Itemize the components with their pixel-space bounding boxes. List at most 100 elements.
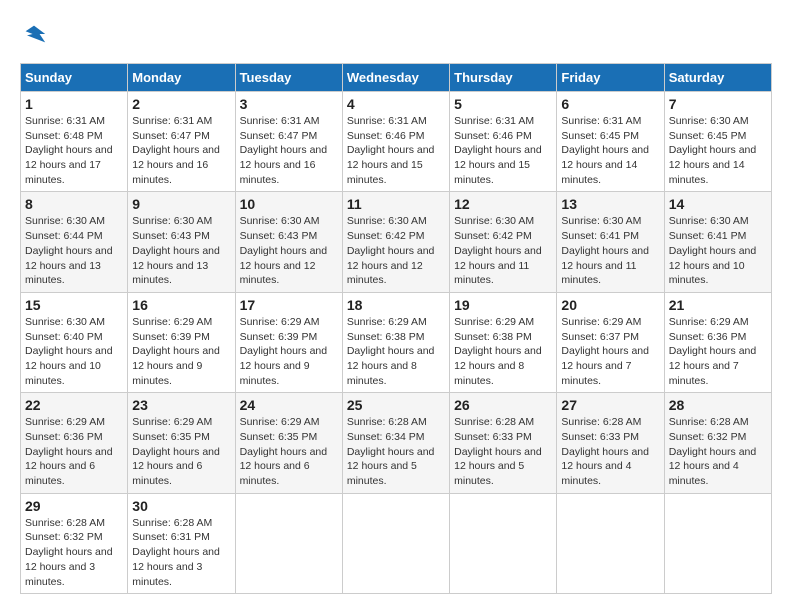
day-info: Sunrise: 6:29 AM Sunset: 6:35 PM Dayligh… [240,415,338,488]
day-info: Sunrise: 6:28 AM Sunset: 6:31 PM Dayligh… [132,516,230,589]
day-number: 11 [347,196,445,212]
table-row: 4 Sunrise: 6:31 AM Sunset: 6:46 PM Dayli… [342,92,449,192]
day-number: 9 [132,196,230,212]
calendar-week-4: 22 Sunrise: 6:29 AM Sunset: 6:36 PM Dayl… [21,393,772,493]
table-row: 2 Sunrise: 6:31 AM Sunset: 6:47 PM Dayli… [128,92,235,192]
day-number: 29 [25,498,123,514]
day-number: 27 [561,397,659,413]
day-number: 21 [669,297,767,313]
empty-cell [664,493,771,593]
table-row: 20 Sunrise: 6:29 AM Sunset: 6:37 PM Dayl… [557,292,664,392]
day-info: Sunrise: 6:28 AM Sunset: 6:33 PM Dayligh… [454,415,552,488]
day-number: 13 [561,196,659,212]
day-number: 25 [347,397,445,413]
table-row: 6 Sunrise: 6:31 AM Sunset: 6:45 PM Dayli… [557,92,664,192]
day-number: 6 [561,96,659,112]
table-row: 30 Sunrise: 6:28 AM Sunset: 6:31 PM Dayl… [128,493,235,593]
calendar-header-row: Sunday Monday Tuesday Wednesday Thursday… [21,64,772,92]
day-info: Sunrise: 6:30 AM Sunset: 6:41 PM Dayligh… [561,214,659,287]
day-number: 8 [25,196,123,212]
day-info: Sunrise: 6:29 AM Sunset: 6:39 PM Dayligh… [240,315,338,388]
day-info: Sunrise: 6:30 AM Sunset: 6:43 PM Dayligh… [240,214,338,287]
table-row: 27 Sunrise: 6:28 AM Sunset: 6:33 PM Dayl… [557,393,664,493]
table-row: 22 Sunrise: 6:29 AM Sunset: 6:36 PM Dayl… [21,393,128,493]
calendar-week-2: 8 Sunrise: 6:30 AM Sunset: 6:44 PM Dayli… [21,192,772,292]
table-row: 8 Sunrise: 6:30 AM Sunset: 6:44 PM Dayli… [21,192,128,292]
col-monday: Monday [128,64,235,92]
table-row: 5 Sunrise: 6:31 AM Sunset: 6:46 PM Dayli… [450,92,557,192]
day-number: 16 [132,297,230,313]
day-number: 30 [132,498,230,514]
col-tuesday: Tuesday [235,64,342,92]
logo [20,20,52,53]
page-header [20,20,772,53]
day-info: Sunrise: 6:31 AM Sunset: 6:46 PM Dayligh… [454,114,552,187]
calendar-week-5: 29 Sunrise: 6:28 AM Sunset: 6:32 PM Dayl… [21,493,772,593]
col-sunday: Sunday [21,64,128,92]
table-row: 29 Sunrise: 6:28 AM Sunset: 6:32 PM Dayl… [21,493,128,593]
table-row: 1 Sunrise: 6:31 AM Sunset: 6:48 PM Dayli… [21,92,128,192]
logo-bird-icon [20,20,48,48]
col-friday: Friday [557,64,664,92]
day-info: Sunrise: 6:31 AM Sunset: 6:47 PM Dayligh… [240,114,338,187]
day-info: Sunrise: 6:30 AM Sunset: 6:42 PM Dayligh… [347,214,445,287]
day-number: 26 [454,397,552,413]
empty-cell [450,493,557,593]
table-row: 9 Sunrise: 6:30 AM Sunset: 6:43 PM Dayli… [128,192,235,292]
day-number: 18 [347,297,445,313]
day-info: Sunrise: 6:30 AM Sunset: 6:41 PM Dayligh… [669,214,767,287]
day-number: 28 [669,397,767,413]
table-row: 10 Sunrise: 6:30 AM Sunset: 6:43 PM Dayl… [235,192,342,292]
table-row: 21 Sunrise: 6:29 AM Sunset: 6:36 PM Dayl… [664,292,771,392]
day-number: 15 [25,297,123,313]
table-row: 28 Sunrise: 6:28 AM Sunset: 6:32 PM Dayl… [664,393,771,493]
logo-text [20,20,48,53]
day-number: 22 [25,397,123,413]
day-info: Sunrise: 6:29 AM Sunset: 6:35 PM Dayligh… [132,415,230,488]
table-row: 3 Sunrise: 6:31 AM Sunset: 6:47 PM Dayli… [235,92,342,192]
day-info: Sunrise: 6:30 AM Sunset: 6:44 PM Dayligh… [25,214,123,287]
day-info: Sunrise: 6:28 AM Sunset: 6:33 PM Dayligh… [561,415,659,488]
day-info: Sunrise: 6:28 AM Sunset: 6:34 PM Dayligh… [347,415,445,488]
table-row: 18 Sunrise: 6:29 AM Sunset: 6:38 PM Dayl… [342,292,449,392]
day-info: Sunrise: 6:28 AM Sunset: 6:32 PM Dayligh… [25,516,123,589]
day-number: 1 [25,96,123,112]
day-number: 23 [132,397,230,413]
day-number: 24 [240,397,338,413]
empty-cell [235,493,342,593]
day-number: 7 [669,96,767,112]
calendar-table: Sunday Monday Tuesday Wednesday Thursday… [20,63,772,594]
day-info: Sunrise: 6:30 AM Sunset: 6:45 PM Dayligh… [669,114,767,187]
day-number: 10 [240,196,338,212]
day-info: Sunrise: 6:29 AM Sunset: 6:37 PM Dayligh… [561,315,659,388]
day-number: 20 [561,297,659,313]
day-number: 4 [347,96,445,112]
col-wednesday: Wednesday [342,64,449,92]
day-info: Sunrise: 6:29 AM Sunset: 6:36 PM Dayligh… [669,315,767,388]
table-row: 7 Sunrise: 6:30 AM Sunset: 6:45 PM Dayli… [664,92,771,192]
empty-cell [557,493,664,593]
table-row: 12 Sunrise: 6:30 AM Sunset: 6:42 PM Dayl… [450,192,557,292]
table-row: 13 Sunrise: 6:30 AM Sunset: 6:41 PM Dayl… [557,192,664,292]
calendar-week-3: 15 Sunrise: 6:30 AM Sunset: 6:40 PM Dayl… [21,292,772,392]
table-row: 26 Sunrise: 6:28 AM Sunset: 6:33 PM Dayl… [450,393,557,493]
day-info: Sunrise: 6:29 AM Sunset: 6:38 PM Dayligh… [454,315,552,388]
table-row: 25 Sunrise: 6:28 AM Sunset: 6:34 PM Dayl… [342,393,449,493]
day-number: 3 [240,96,338,112]
table-row: 14 Sunrise: 6:30 AM Sunset: 6:41 PM Dayl… [664,192,771,292]
day-info: Sunrise: 6:30 AM Sunset: 6:40 PM Dayligh… [25,315,123,388]
day-info: Sunrise: 6:31 AM Sunset: 6:48 PM Dayligh… [25,114,123,187]
table-row: 11 Sunrise: 6:30 AM Sunset: 6:42 PM Dayl… [342,192,449,292]
table-row: 23 Sunrise: 6:29 AM Sunset: 6:35 PM Dayl… [128,393,235,493]
day-info: Sunrise: 6:31 AM Sunset: 6:47 PM Dayligh… [132,114,230,187]
calendar-week-1: 1 Sunrise: 6:31 AM Sunset: 6:48 PM Dayli… [21,92,772,192]
day-number: 14 [669,196,767,212]
day-number: 17 [240,297,338,313]
table-row: 16 Sunrise: 6:29 AM Sunset: 6:39 PM Dayl… [128,292,235,392]
day-info: Sunrise: 6:31 AM Sunset: 6:45 PM Dayligh… [561,114,659,187]
empty-cell [342,493,449,593]
day-number: 19 [454,297,552,313]
day-info: Sunrise: 6:30 AM Sunset: 6:43 PM Dayligh… [132,214,230,287]
day-info: Sunrise: 6:31 AM Sunset: 6:46 PM Dayligh… [347,114,445,187]
day-info: Sunrise: 6:30 AM Sunset: 6:42 PM Dayligh… [454,214,552,287]
